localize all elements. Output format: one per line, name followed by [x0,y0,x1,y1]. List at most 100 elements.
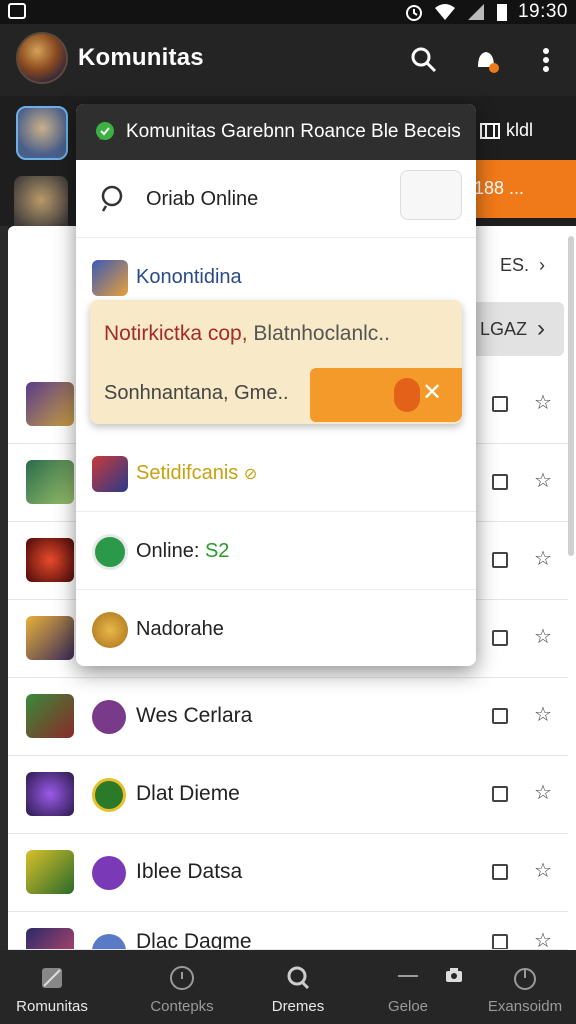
search-icon [101,185,123,212]
star-icon[interactable]: ☆ [534,624,552,649]
bell-icon [478,52,499,73]
list-item[interactable]: Dlac Dagme ☆ [8,912,568,950]
more-vert-icon [543,48,549,72]
background-chip[interactable]: kldl [480,120,533,141]
star-icon[interactable]: ☆ [534,390,552,415]
power-nav-icon [514,968,536,990]
checkbox[interactable] [492,396,508,412]
dropdown-header[interactable]: Komunitas Garebnn Roance Ble Beceis [76,104,476,160]
nav-community[interactable]: Romunitas [0,950,104,1024]
nav-dremes-label: Dremes [271,998,325,1015]
checkbox[interactable] [492,474,508,490]
game-thumbnail [26,928,74,949]
star-icon[interactable]: ☆ [534,780,552,805]
battery-icon [496,4,507,21]
list-item-label: Iblee Datsa [136,860,243,883]
game-thumbnail [26,460,74,504]
nav-geloe-label: Geloe [387,998,429,1015]
checkbox[interactable] [492,864,508,880]
settings-row-text: Setidifcanis [136,462,239,484]
clock-nav-icon [170,966,194,990]
search-online-label: Oriab Online [146,188,259,210]
checkbox[interactable] [492,934,508,949]
star-icon[interactable]: ☆ [534,468,552,493]
notification-title-main: Notirkictka cop, [104,322,248,345]
checkbox[interactable] [492,786,508,802]
background-avatar[interactable] [16,106,68,160]
left-edge [0,226,8,950]
online-row[interactable]: Online: S2 [76,512,476,590]
community-row-label: Konontidina [136,266,242,288]
last-row[interactable]: Nadorahe [76,590,476,666]
notification-title-detail: Blatnhoclanlc.. [253,322,390,345]
game-thumbnail [26,538,74,582]
search-nav-icon [287,966,310,990]
app-title: Komunitas [78,44,204,71]
game-thumbnail [26,616,74,660]
settings-row[interactable]: Setidifcanis ⊘ [76,434,476,512]
nav-geloe[interactable]: Geloe [356,950,460,1024]
community-dropdown: Komunitas Garebnn Roance Ble Beceis Oria… [76,104,476,666]
list-item[interactable]: Dlat Dieme ☆ [8,756,568,834]
nav-community-label: Romunitas [16,998,88,1015]
community-icon [92,700,126,734]
star-icon[interactable]: ☆ [534,702,552,727]
last-row-label: Nadorahe [136,618,224,640]
star-icon[interactable]: ☆ [534,928,552,949]
search-button[interactable] [406,42,442,78]
community-icon [92,856,126,890]
film-icon [480,122,500,139]
close-icon[interactable]: ✕ [422,378,442,407]
signal-icon [467,4,484,20]
notification-action[interactable]: ✕ [310,368,462,422]
notification-card[interactable]: Notirkictka cop, Blatnhoclanlc.. Sonhnan… [90,300,462,424]
peek-row-2[interactable]: LGAZ › [472,302,564,356]
list-item-label: Dlac Dagme [136,930,252,950]
notifications-button[interactable] [468,42,504,78]
bottom-navigation: Romunitas Contepks Dremes Geloe Exansoid… [0,950,576,1024]
community-icon [92,934,126,949]
checkbox[interactable] [492,708,508,724]
chat-bubble-icon [92,778,126,812]
game-thumbnail [26,772,74,816]
status-bar: 19:30 [0,0,576,24]
camera-nav-icon [398,975,418,977]
online-icon [92,534,128,570]
scrollbar[interactable] [568,236,574,556]
checkbox[interactable] [492,630,508,646]
notification-title: Notirkictka cop, Blatnhoclanlc.. [104,322,390,346]
checkbox[interactable] [492,552,508,568]
verified-icon: ⊘ [243,466,258,483]
list-item-label: Dlat Dieme [136,782,240,805]
star-icon[interactable]: ☆ [534,546,552,571]
chevron-right-icon: › [539,254,546,275]
star-icon[interactable]: ☆ [534,858,552,883]
nav-exansoidm-label: Exansoidm [487,998,563,1015]
status-icons: 19:30 [404,1,568,23]
app-bar: Komunitas [0,24,576,96]
settings-row-icon [92,456,128,492]
peek-row-2-label: LGAZ [480,318,528,339]
chat-icon [96,122,114,140]
peek-row-1-label: ES. [500,254,530,275]
peek-row-1[interactable]: ES. › [476,248,568,282]
settings-row-label: Setidifcanis ⊘ [136,462,257,485]
nav-exansoidm[interactable]: Exansoidm [474,950,576,1024]
game-thumbnail [26,382,74,426]
chevron-right-icon: › [537,315,546,342]
clock: 19:30 [517,1,568,22]
camera-icon[interactable] [444,966,464,984]
list-item[interactable]: Iblee Datsa ☆ [8,834,568,912]
search-input[interactable] [400,170,462,220]
nav-dremes[interactable]: Dremes [246,950,350,1024]
nav-contacts[interactable]: Contepks [130,950,234,1024]
community-avatar[interactable] [16,32,68,84]
notification-subtitle: Sonhnantana, Gme.. [104,382,289,404]
game-thumbnail [26,694,74,738]
character-icon [92,612,128,648]
list-item-label: Wes Cerlara [136,704,253,727]
search-online-row[interactable]: Oriab Online [76,160,476,238]
online-label: Online: [136,540,200,562]
list-item[interactable]: Wes Cerlara ☆ [8,678,568,756]
overflow-menu-button[interactable] [528,42,564,78]
